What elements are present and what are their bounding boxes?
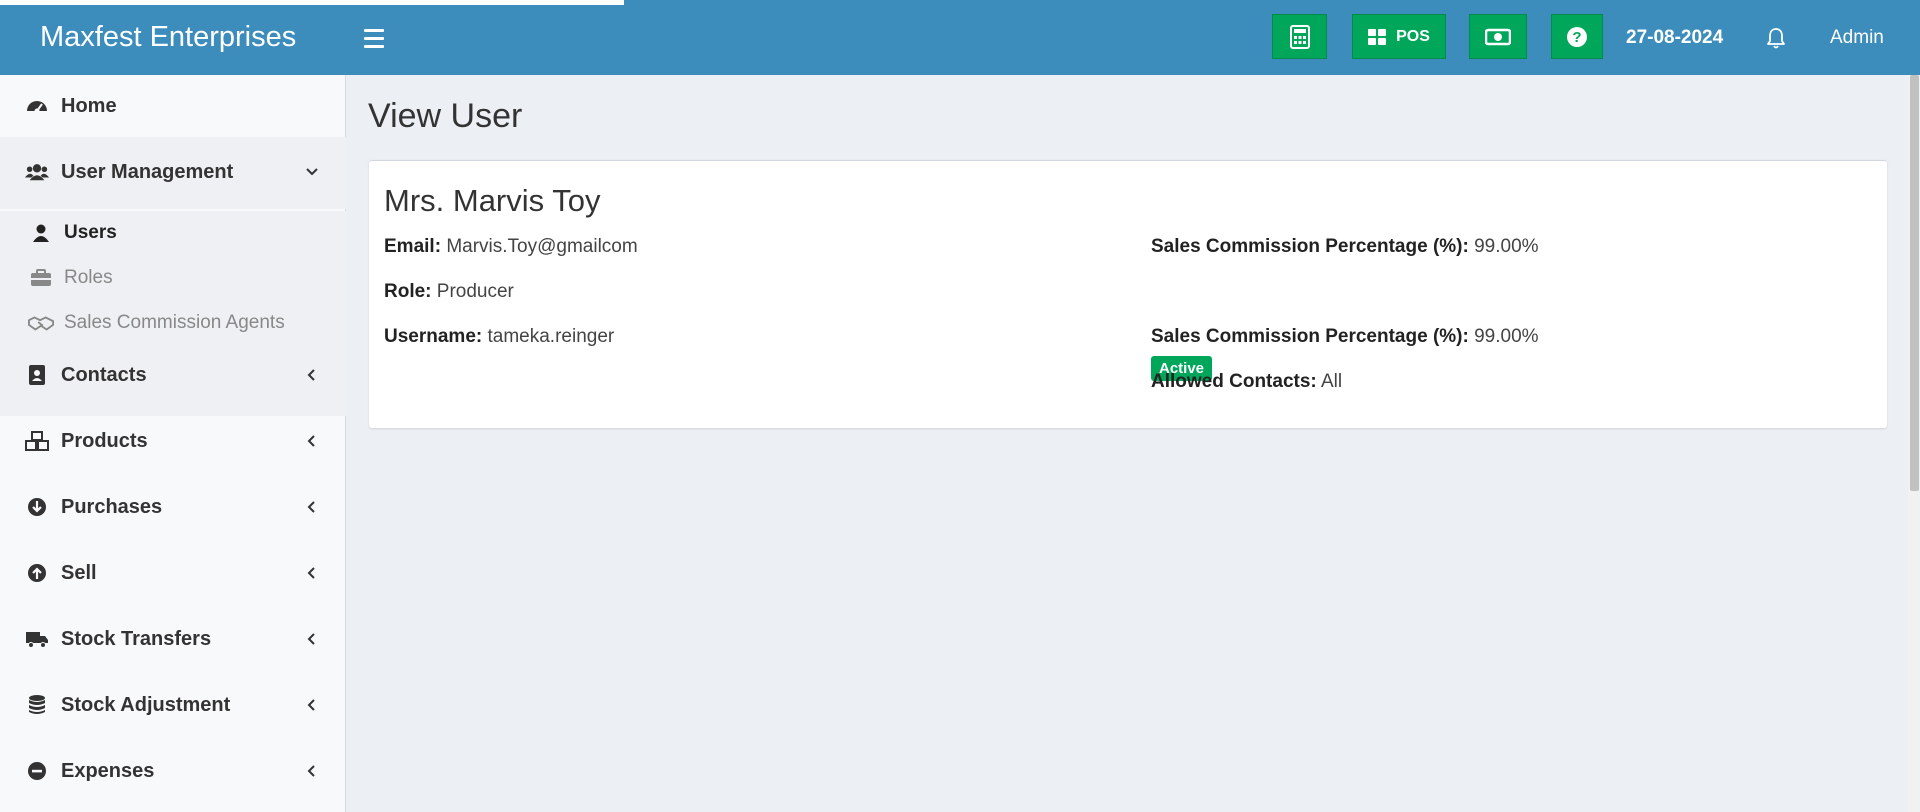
sidebar-item-label: Sales Commission Agents <box>64 312 285 333</box>
minus-circle-icon <box>25 759 49 783</box>
role-value: Producer <box>436 281 514 302</box>
sidebar-item-user-management[interactable]: User Management <box>0 141 346 203</box>
database-icon <box>25 693 49 717</box>
sidebar-item-label: Contacts <box>61 363 147 386</box>
money-icon <box>1485 28 1511 45</box>
top-navbar: Maxfest Enterprises POS ? 27-08-2024 Adm… <box>0 0 1920 75</box>
allowed-contacts-field: Allowed Contacts: All <box>1151 371 1342 393</box>
cash-register-button[interactable] <box>1469 14 1527 59</box>
sidebar-item-purchases[interactable]: Purchases <box>0 476 346 538</box>
hamburger-icon <box>364 29 384 32</box>
page-title: View User <box>368 97 523 135</box>
sidebar-item-roles[interactable]: Roles <box>0 256 346 300</box>
sidebar-item-label: Users <box>64 222 117 243</box>
sidebar-item-label: Expenses <box>61 759 155 782</box>
sidebar-item-sell[interactable]: Sell <box>0 542 346 604</box>
sidebar-item-label: Stock Adjustment <box>61 693 231 716</box>
sidebar-item-contacts[interactable]: Contacts <box>0 344 346 406</box>
truck-icon <box>25 627 49 651</box>
sidebar-toggle-button[interactable] <box>364 22 390 52</box>
commission-label-2: Sales Commission Percentage (%): <box>1151 326 1469 347</box>
username-value: tameka.reinger <box>487 326 615 347</box>
chevron-down-icon <box>306 168 318 176</box>
sidebar-item-label: Products <box>61 429 148 452</box>
scrollbar-thumb[interactable] <box>1910 75 1919 491</box>
sidebar-item-label: Sell <box>61 561 97 584</box>
address-book-icon <box>25 363 49 387</box>
dashboard-icon <box>25 94 49 118</box>
bell-icon[interactable] <box>1764 26 1788 50</box>
commission-label: Sales Commission Percentage (%): <box>1151 236 1469 257</box>
brand-name[interactable]: Maxfest Enterprises <box>0 0 346 75</box>
sidebar-item-users[interactable]: Users <box>0 211 346 255</box>
username-label: Username: <box>384 326 483 347</box>
calculator-button[interactable] <box>1272 14 1327 59</box>
help-icon: ? <box>1567 26 1587 47</box>
arrow-circle-down-icon <box>25 495 49 519</box>
sidebar-item-home[interactable]: Home <box>0 75 346 137</box>
chevron-left-icon <box>307 369 315 381</box>
chevron-left-icon <box>307 435 315 447</box>
svg-text:?: ? <box>1572 29 1581 46</box>
commission-value: 99.00% <box>1474 236 1539 257</box>
sidebar-item-label: User Management <box>61 160 234 183</box>
pos-button[interactable]: POS <box>1352 14 1446 59</box>
chevron-left-icon <box>307 567 315 579</box>
sidebar: Home User Management Users Roles Sales C… <box>0 75 346 812</box>
sidebar-item-stock-adjustment[interactable]: Stock Adjustment <box>0 674 346 736</box>
user-details-card: Mrs. Marvis Toy Email: Marvis.Toy@gmailc… <box>369 160 1887 428</box>
email-value: Marvis.Toy@gmailcom <box>446 236 638 257</box>
main-content: View User Mrs. Marvis Toy Email: Marvis.… <box>347 75 1920 812</box>
sidebar-item-sales-commission-agents[interactable]: Sales Commission Agents <box>0 301 346 345</box>
user-menu[interactable]: Admin <box>1830 0 1884 75</box>
commission-value-2: 99.00% <box>1474 326 1539 347</box>
sidebar-item-label: Stock Transfers <box>61 627 212 650</box>
briefcase-icon <box>28 267 54 289</box>
commission-field-2: Sales Commission Percentage (%): 99.00% <box>1151 326 1539 348</box>
sidebar-item-expenses[interactable]: Expenses <box>0 740 346 802</box>
chevron-left-icon <box>307 501 315 513</box>
users-icon <box>25 160 49 184</box>
help-button[interactable]: ? <box>1551 14 1603 59</box>
email-label: Email: <box>384 236 442 257</box>
cubes-icon <box>25 429 49 453</box>
sidebar-item-products[interactable]: Products <box>0 410 346 472</box>
commission-field: Sales Commission Percentage (%): 99.00% <box>1151 236 1539 258</box>
role-field: Role: Producer <box>384 281 514 303</box>
sidebar-item-label: Roles <box>64 267 113 288</box>
chevron-left-icon <box>307 765 315 777</box>
user-icon <box>28 222 54 244</box>
username-field: Username: tameka.reinger <box>384 326 614 348</box>
sidebar-item-label: Purchases <box>61 495 163 518</box>
current-date: 27-08-2024 <box>1626 27 1724 48</box>
calculator-icon <box>1289 24 1310 49</box>
pos-grid-icon <box>1368 28 1387 45</box>
arrow-circle-up-icon <box>25 561 49 585</box>
user-full-name: Mrs. Marvis Toy <box>384 183 601 218</box>
chevron-left-icon <box>307 633 315 645</box>
email-field: Email: Marvis.Toy@gmailcom <box>384 236 638 258</box>
allowed-contacts-label: Allowed Contacts: <box>1151 371 1317 392</box>
allowed-contacts-value: All <box>1320 371 1343 392</box>
sidebar-item-stock-transfers[interactable]: Stock Transfers <box>0 608 346 670</box>
pos-button-label: POS <box>1396 27 1430 45</box>
chevron-left-icon <box>307 699 315 711</box>
role-label: Role: <box>384 281 432 302</box>
handshake-icon <box>28 312 54 334</box>
sidebar-item-label: Home <box>61 94 117 117</box>
